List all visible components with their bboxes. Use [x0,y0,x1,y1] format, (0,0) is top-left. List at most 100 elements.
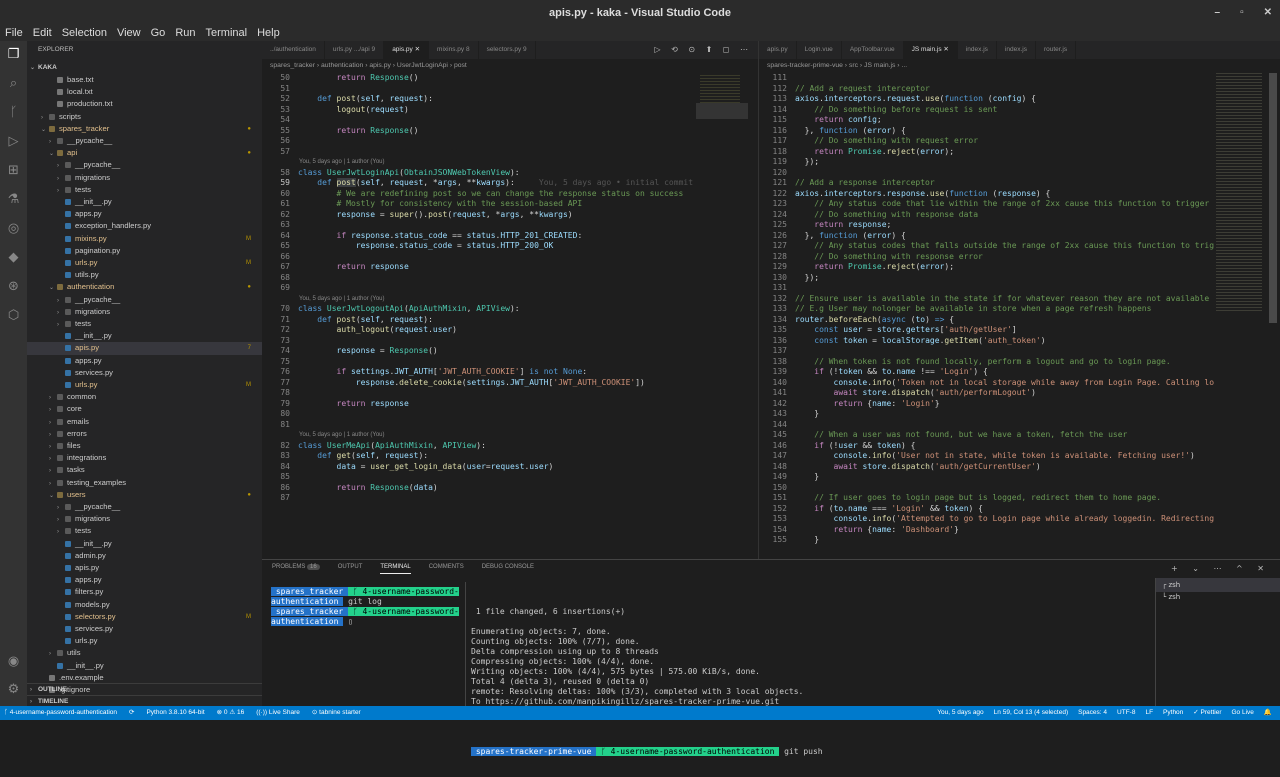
file-item[interactable]: models.py [27,599,262,611]
file-item[interactable]: admin.py [27,550,262,562]
status-item[interactable]: Spaces: 4 [1078,706,1107,720]
maximize-button[interactable]: ▫ [1240,7,1244,18]
terminal-item[interactable]: └ zsh [1156,592,1280,602]
folder-item[interactable]: › tests [27,184,262,196]
file-item[interactable]: production.txt [27,98,262,110]
folder-item[interactable]: › integrations [27,452,262,464]
file-item[interactable]: __init__.py [27,330,262,342]
docker-icon[interactable]: ◆ [5,249,22,266]
file-item[interactable]: urls.py [27,635,262,647]
file-item[interactable]: exception_handlers.py [27,220,262,232]
folder-item[interactable]: › tests [27,318,262,330]
file-item[interactable]: selectors.py M [27,611,262,623]
editor-actions[interactable]: ▷ ⟲ ⊙ ⬆ ◻ ⋯ [654,41,752,59]
status-item[interactable]: ✓ Prettier [1193,706,1221,720]
folder-item[interactable]: ⌄ authentication ● [27,281,262,293]
tab-terminal[interactable]: TERMINAL [380,564,411,574]
file-item[interactable]: urls.py M [27,379,262,391]
file-item[interactable]: __init__.py [27,538,262,550]
folder-item[interactable]: › migrations [27,172,262,184]
file-item[interactable]: urls.py M [27,257,262,269]
search-icon[interactable]: ⌕ [5,75,22,92]
status-item[interactable]: UTF-8 [1117,706,1135,720]
file-item[interactable]: apps.py [27,574,262,586]
editor-tab[interactable]: AppToolbar.vue [842,41,904,59]
folder-item[interactable]: › testing_examples [27,477,262,489]
tab-debug-console[interactable]: DEBUG CONSOLE [482,564,534,574]
editor-tab[interactable]: apis.py [759,41,797,59]
run-debug-icon[interactable]: ▷ [5,133,22,150]
menu-go[interactable]: Go [146,27,171,39]
editor-tab[interactable]: router.js [1036,41,1077,59]
file-item[interactable]: mixins.py M [27,233,262,245]
terminal-right[interactable]: 1 file changed, 6 insertions(+) Enumerati… [471,587,919,777]
terminal-left[interactable]: spares_tracker ᚴ 4-username-password-aut… [271,587,459,627]
folder-item[interactable]: › files [27,440,262,452]
folder-item[interactable]: › migrations [27,513,262,525]
file-item[interactable]: __init__.py [27,196,262,208]
menu-help[interactable]: Help [252,27,285,39]
testing-icon[interactable]: ⚗ [5,191,22,208]
folder-item[interactable]: › __pycache__ [27,159,262,171]
file-item[interactable]: utils.py [27,269,262,281]
remote-explorer-icon[interactable]: ◎ [5,220,22,237]
menu-terminal[interactable]: Terminal [201,27,253,39]
status-item[interactable]: You, 5 days ago [937,706,983,720]
folder-item[interactable]: › __pycache__ [27,135,262,147]
account-icon[interactable]: ◉ [5,653,22,670]
editor-tab[interactable]: ../authentication [262,41,325,59]
folder-item[interactable]: ⌄ users ● [27,489,262,501]
file-item[interactable]: services.py [27,367,262,379]
file-item[interactable]: apis.py 7 [27,342,262,355]
editor-tab[interactable]: index.js [997,41,1036,59]
file-item[interactable]: base.txt [27,74,262,86]
status-item[interactable]: 🔔 [1264,706,1272,720]
status-item[interactable]: ⟳ [129,706,134,720]
folder-item[interactable]: ⌄ api ● [27,147,262,159]
breadcrumb-right[interactable]: spares-tracker-prime-vue › src › JS main… [759,59,1280,73]
folder-item[interactable]: › core [27,403,262,415]
status-item[interactable]: Python [1163,706,1183,720]
folder-item[interactable]: › scripts [27,111,262,123]
file-item[interactable]: apis.py [27,562,262,574]
menu-view[interactable]: View [112,27,146,39]
minimize-button[interactable]: – [1215,7,1221,18]
manage-gear-icon[interactable]: ⚙ [5,681,22,698]
breadcrumb[interactable]: spares_tracker › authentication › apis.p… [262,59,758,73]
folder-item[interactable]: › emails [27,416,262,428]
editor-tab[interactable]: JS main.js ✕ [903,41,958,59]
status-item[interactable]: ⊙ tabnine starter [312,706,361,720]
terminal-item[interactable]: ┌ zsh [1156,578,1280,592]
minimap-left[interactable] [696,73,748,559]
status-item[interactable]: Go Live [1232,706,1254,720]
status-item[interactable]: Ln 59, Col 13 (4 selected) [994,706,1068,720]
file-item[interactable]: filters.py [27,586,262,598]
editor-tab[interactable]: apis.py ✕ [384,41,430,59]
live-share-icon[interactable]: ⊛ [5,278,22,295]
tab-problems[interactable]: PROBLEMS 16 [272,564,320,574]
source-control-icon[interactable]: ᚴ [5,104,22,121]
code-javascript[interactable]: 111 112// Add a request interceptor 113 axi… [759,73,1280,546]
menu-selection[interactable]: Selection [57,27,112,39]
folder-item[interactable]: › __pycache__ [27,501,262,513]
editor-tab[interactable]: mixins.py 8 [429,41,479,59]
editor-tab[interactable]: Login.vue [797,41,842,59]
folder-item[interactable]: › common [27,391,262,403]
status-item[interactable]: LF [1145,706,1153,720]
file-item[interactable]: __init__.py [27,660,262,672]
panel-actions[interactable]: + ⌄ ⋯ ^ ✕ [1171,564,1270,573]
folder-item[interactable]: › errors [27,428,262,440]
file-item[interactable]: local.txt [27,86,262,98]
editor-tab[interactable]: index.js [958,41,997,59]
status-item[interactable]: ((·)) Live Share [256,706,300,720]
folder-item[interactable]: › migrations [27,306,262,318]
code-python[interactable]: 50 return Response() 51 52 def post(self, … [262,73,758,504]
menu-edit[interactable]: Edit [28,27,57,39]
file-item[interactable]: services.py [27,623,262,635]
status-item[interactable]: ᚴ 4-username-password-authentication [4,706,117,720]
tab-comments[interactable]: COMMENTS [429,564,464,574]
editor-scrollbar[interactable] [1269,73,1277,323]
folder-item[interactable]: › tests [27,525,262,537]
menu-file[interactable]: File [0,27,28,39]
folder-item[interactable]: › utils [27,647,262,659]
